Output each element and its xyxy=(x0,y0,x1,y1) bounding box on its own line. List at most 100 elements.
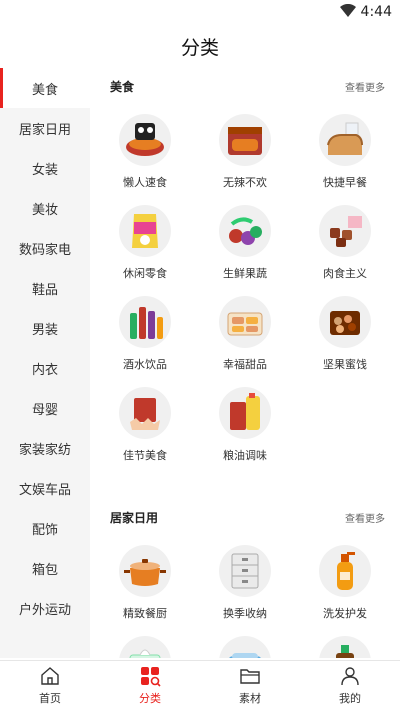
status-bar: 4:44 xyxy=(0,0,400,24)
category-item-nuts[interactable]: 坚果蜜饯 xyxy=(295,286,395,377)
sidebar-item-household[interactable]: 居家日用 xyxy=(0,108,90,148)
festival-food-icon xyxy=(119,387,171,439)
category-item-label: 生鲜果蔬 xyxy=(223,267,267,280)
sidebar-item-label: 男装 xyxy=(31,322,58,338)
category-item-tissue[interactable] xyxy=(95,626,195,658)
sidebar-item-label: 母婴 xyxy=(31,402,58,418)
sidebar-item-label: 文娱车品 xyxy=(18,482,71,498)
sidebar-item-digital[interactable]: 数码家电 xyxy=(0,228,90,268)
pot-icon xyxy=(119,545,171,597)
spicy-snack-icon xyxy=(219,114,271,166)
title-bar: 分类 xyxy=(0,24,400,68)
sidebar-item-shoes[interactable]: 鞋品 xyxy=(0,268,90,308)
sidebar-item-underwear[interactable]: 内衣 xyxy=(0,348,90,388)
instant-noodles-icon xyxy=(119,114,171,166)
tab-home[interactable]: 首页 xyxy=(0,661,100,710)
category-item-spicy[interactable]: 无辣不欢 xyxy=(195,104,295,195)
category-item-label: 精致餐厨 xyxy=(123,607,167,620)
category-item-haircare[interactable]: 洗发护发 xyxy=(295,535,395,626)
section-header: 居家日用 查看更多 xyxy=(90,499,400,535)
sidebar-item-label: 家装家纺 xyxy=(18,442,71,458)
category-item-meat[interactable]: 肉食主义 xyxy=(295,195,395,286)
oil-rice-icon xyxy=(219,387,271,439)
sidebar-item-accessories[interactable]: 配饰 xyxy=(0,508,90,548)
sidebar-item-home-textile[interactable]: 家装家纺 xyxy=(0,428,90,468)
tab-label: 我的 xyxy=(339,692,361,705)
category-item-mask[interactable] xyxy=(195,626,295,658)
category-item-snacks[interactable]: 休闲零食 xyxy=(95,195,195,286)
section-title: 居家日用 xyxy=(110,510,159,525)
sidebar-item-label: 居家日用 xyxy=(18,122,71,138)
sidebar-item-label: 数码家电 xyxy=(18,242,71,258)
category-item-kitchenware[interactable]: 精致餐厨 xyxy=(95,535,195,626)
category-item-label: 洗发护发 xyxy=(323,607,367,620)
bottom-tab-bar: 首页 分类 素材 我的 xyxy=(0,660,400,710)
category-item-breakfast[interactable]: 快捷早餐 xyxy=(295,104,395,195)
folder-icon xyxy=(240,669,260,684)
wifi-icon xyxy=(340,4,356,17)
tab-materials[interactable]: 素材 xyxy=(200,661,300,710)
sidebar-item-baby[interactable]: 母婴 xyxy=(0,388,90,428)
status-time: 4:44 xyxy=(360,4,392,20)
category-item-dessert[interactable]: 幸福甜品 xyxy=(195,286,295,377)
category-item-label: 幸福甜品 xyxy=(223,358,267,371)
category-item-label: 酒水饮品 xyxy=(123,358,167,371)
category-content: 美食 查看更多 懒人速食 无辣不欢 快捷早餐 休闲零食 生鲜果蔬 肉食主义 酒水… xyxy=(90,68,400,658)
category-sidebar: 美食 居家日用 女装 美妆 数码家电 鞋品 男装 内衣 母婴 家装家纺 文娱车品… xyxy=(0,68,90,658)
user-icon xyxy=(341,667,359,686)
sidebar-item-womenswear[interactable]: 女装 xyxy=(0,148,90,188)
sidebar-item-label: 鞋品 xyxy=(31,282,58,298)
section-header: 美食 查看更多 xyxy=(90,68,400,104)
snack-bag-icon xyxy=(119,205,171,257)
category-item-fresh-fruit[interactable]: 生鲜果蔬 xyxy=(195,195,295,286)
category-item-label: 佳节美食 xyxy=(123,449,167,462)
tab-label: 素材 xyxy=(239,692,261,705)
category-item-lazy-food[interactable]: 懒人速食 xyxy=(95,104,195,195)
dessert-icon xyxy=(219,296,271,348)
tissue-icon xyxy=(119,636,171,658)
sidebar-item-label: 户外运动 xyxy=(18,602,71,618)
drinks-icon xyxy=(119,296,171,348)
shampoo-icon xyxy=(319,545,371,597)
sidebar-item-food[interactable]: 美食 xyxy=(0,68,90,108)
page-title: 分类 xyxy=(180,36,219,59)
tab-mine[interactable]: 我的 xyxy=(300,661,400,710)
category-item-disinfectant[interactable] xyxy=(295,626,395,658)
category-item-storage[interactable]: 换季收纳 xyxy=(195,535,295,626)
category-grid: 精致餐厨 换季收纳 洗发护发 xyxy=(90,535,400,658)
fruit-icon xyxy=(219,205,271,257)
category-icon xyxy=(141,667,161,687)
sidebar-item-bags[interactable]: 箱包 xyxy=(0,548,90,588)
sidebar-item-menswear[interactable]: 男装 xyxy=(0,308,90,348)
sidebar-item-label: 美食 xyxy=(31,82,58,98)
category-item-label: 无辣不欢 xyxy=(223,176,267,189)
sidebar-item-label: 配饰 xyxy=(31,522,58,538)
see-more-link[interactable]: 查看更多 xyxy=(345,510,385,525)
tab-label: 首页 xyxy=(39,692,61,705)
storage-box-icon xyxy=(219,545,271,597)
category-item-label: 懒人速食 xyxy=(123,176,167,189)
category-item-festival[interactable]: 佳节美食 xyxy=(95,377,195,468)
category-grid: 懒人速食 无辣不欢 快捷早餐 休闲零食 生鲜果蔬 肉食主义 酒水饮品 幸福甜品 … xyxy=(90,104,400,468)
category-item-label: 快捷早餐 xyxy=(323,176,367,189)
section-title: 美食 xyxy=(110,79,135,94)
sidebar-item-entertainment-car[interactable]: 文娱车品 xyxy=(0,468,90,508)
meat-icon xyxy=(319,205,371,257)
sidebar-item-outdoor[interactable]: 户外运动 xyxy=(0,588,90,628)
sidebar-item-beauty[interactable]: 美妆 xyxy=(0,188,90,228)
category-item-label: 休闲零食 xyxy=(123,267,167,280)
category-item-label: 换季收纳 xyxy=(223,607,267,620)
sidebar-item-label: 女装 xyxy=(31,162,58,178)
nuts-icon xyxy=(319,296,371,348)
category-item-label: 粮油调味 xyxy=(223,449,267,462)
category-item-oil-rice[interactable]: 粮油调味 xyxy=(195,377,295,468)
sidebar-item-label: 内衣 xyxy=(31,362,58,378)
category-item-label: 肉食主义 xyxy=(323,267,367,280)
tab-category[interactable]: 分类 xyxy=(100,661,200,710)
bread-icon xyxy=(319,114,371,166)
tab-label: 分类 xyxy=(139,692,161,705)
category-item-drinks[interactable]: 酒水饮品 xyxy=(95,286,195,377)
home-icon xyxy=(41,667,59,685)
see-more-link[interactable]: 查看更多 xyxy=(345,79,385,94)
mask-icon xyxy=(219,636,271,658)
